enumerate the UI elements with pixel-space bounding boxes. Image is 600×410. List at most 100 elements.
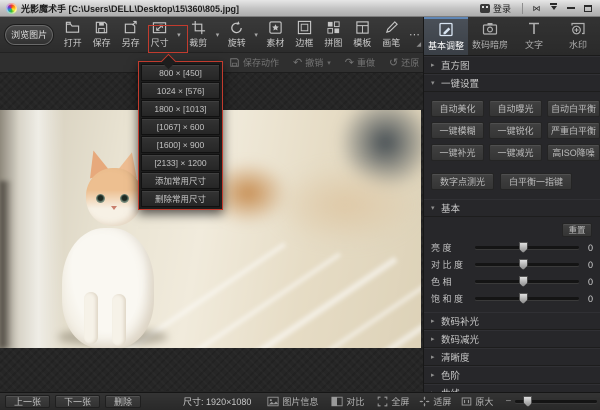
section-levels-label: 色阶	[441, 368, 460, 382]
restore-button[interactable]: ↺ 还原	[382, 56, 426, 69]
undo-button[interactable]: ↶ 撤销 ▾	[286, 56, 338, 69]
section-onekey-settings[interactable]: ▾ 一键设置	[424, 74, 600, 92]
white-balance-one-key-button[interactable]: 白平衡一指键	[500, 173, 572, 190]
section-histogram-label: 直方图	[441, 58, 470, 72]
collage-button[interactable]: 拼图	[319, 18, 348, 52]
saturation-slider[interactable]	[475, 297, 579, 300]
contrast-slider-row: 对 比 度 0	[424, 256, 600, 273]
digital-spot-metering-button[interactable]: 数字点测光	[431, 173, 494, 190]
onekey-fill-light-button[interactable]: 一键补光	[431, 144, 484, 161]
tab-digital-darkroom-label: 数码暗房	[472, 38, 508, 51]
previous-image-button[interactable]: 上一张	[5, 395, 50, 408]
section-digital-reduce-light[interactable]: ▸ 数码减光	[424, 330, 600, 348]
material-button[interactable]: 素材	[261, 18, 290, 52]
redo-button[interactable]: ↷ 重做	[338, 56, 382, 69]
rotate-dropdown-arrow[interactable]: ▾	[251, 18, 261, 52]
main-toolbar: 浏览图片 打开 保存 另存 尺寸 ▾ 裁剪 ▾ 旋转 ▾	[0, 17, 423, 53]
restore-label: 还原	[401, 56, 419, 69]
hue-value: 0	[579, 277, 593, 287]
collapsed-arrow-icon: ▸	[431, 371, 441, 379]
original-size-button[interactable]: 原大	[461, 395, 493, 408]
brightness-slider[interactable]	[475, 246, 579, 249]
delete-common-size-option[interactable]: 删除常用尺寸	[141, 190, 220, 207]
auto-white-balance-button[interactable]: 自动白平衡	[547, 100, 600, 117]
severe-white-balance-button[interactable]: 严重白平衡	[547, 122, 600, 139]
fullscreen-button[interactable]: 全屏	[377, 395, 409, 408]
material-label: 素材	[266, 36, 284, 49]
slider-thumb[interactable]	[519, 293, 528, 304]
fit-screen-button[interactable]: 适屏	[419, 395, 451, 408]
image-info-button[interactable]: 图片信息	[267, 395, 318, 408]
size-option[interactable]: [1067] × 600	[141, 118, 220, 135]
next-image-button[interactable]: 下一张	[55, 395, 100, 408]
high-iso-denoise-button[interactable]: 高ISO降噪	[547, 144, 600, 161]
adjustment-panel: 基本调整 数码暗房 文字 水印 ▸ 直方图 ▾ 一键设置 自动美化 自动曝光 自…	[423, 17, 600, 392]
add-common-size-option[interactable]: 添加常用尺寸	[141, 172, 220, 189]
section-basic[interactable]: ▾ 基本	[424, 199, 600, 217]
tab-basic-adjust[interactable]: 基本调整	[424, 17, 468, 55]
contrast-slider[interactable]	[475, 263, 579, 266]
tab-text[interactable]: 文字	[512, 17, 556, 55]
crop-button[interactable]: 裁剪	[184, 18, 213, 52]
more-tools-button[interactable]: ⋯ ◢	[406, 18, 423, 52]
reset-button[interactable]: 重置	[562, 223, 592, 237]
basic-adjust-icon	[437, 22, 455, 37]
onekey-blur-button[interactable]: 一键模糊	[431, 122, 484, 139]
frame-icon	[297, 20, 312, 35]
slider-thumb[interactable]	[519, 276, 528, 287]
rotate-button[interactable]: 旋转	[222, 18, 251, 52]
slider-thumb[interactable]	[519, 242, 528, 253]
section-clarity[interactable]: ▸ 清晰度	[424, 348, 600, 366]
section-levels[interactable]: ▸ 色阶	[424, 366, 600, 384]
auto-exposure-button[interactable]: 自动曝光	[489, 100, 542, 117]
slider-thumb[interactable]	[519, 259, 528, 270]
window-title: 光影魔术手 [C:\Users\DELL\Desktop\15\360\805.…	[21, 2, 239, 15]
save-label: 保存	[93, 36, 111, 49]
size-option[interactable]: 1800 × [1013]	[141, 100, 220, 117]
frame-button[interactable]: 边框	[290, 18, 319, 52]
titlebar-divider	[522, 3, 523, 14]
section-curves[interactable]: ▸ 曲线	[424, 384, 600, 392]
tab-digital-darkroom[interactable]: 数码暗房	[468, 17, 512, 55]
browse-images-button[interactable]: 浏览图片	[4, 24, 54, 46]
zoom-out-button[interactable]: −	[501, 396, 515, 407]
section-fill-light-label: 数码补光	[441, 314, 479, 328]
size-option[interactable]: 800 × [450]	[141, 64, 220, 81]
compare-button[interactable]: 对比	[331, 395, 364, 408]
size-option[interactable]: 1024 × [576]	[141, 82, 220, 99]
open-button[interactable]: 打开	[58, 18, 87, 52]
compare-icon	[331, 396, 343, 407]
resize-button[interactable]: 尺寸	[145, 18, 174, 52]
skin-button[interactable]: ⋈	[528, 2, 545, 14]
minimize-button[interactable]	[562, 2, 579, 14]
resize-dropdown-arrow[interactable]: ▾	[174, 18, 184, 52]
brush-button[interactable]: 画笔	[377, 18, 406, 52]
restore-icon: ↺	[389, 56, 398, 69]
save-action-button[interactable]: 保存动作	[222, 56, 286, 69]
section-digital-fill-light[interactable]: ▸ 数码补光	[424, 312, 600, 330]
size-option[interactable]: [1600] × 900	[141, 136, 220, 153]
maximize-button[interactable]	[579, 2, 596, 14]
menu-icon	[550, 3, 557, 13]
save-button[interactable]: 保存	[87, 18, 116, 52]
main-menu-button[interactable]	[545, 2, 562, 14]
save-as-button[interactable]: 另存	[116, 18, 145, 52]
zoom-slider-thumb[interactable]	[523, 396, 532, 407]
title-bar: 光影魔术手 [C:\Users\DELL\Desktop\15\360\805.…	[0, 0, 600, 17]
zoom-slider[interactable]	[515, 400, 597, 403]
delete-image-button[interactable]: 删除	[105, 395, 141, 408]
crop-dropdown-arrow[interactable]: ▾	[213, 18, 223, 52]
section-reduce-light-label: 数码减光	[441, 332, 479, 346]
collage-icon	[326, 20, 341, 35]
onekey-reduce-light-button[interactable]: 一键减光	[489, 144, 542, 161]
collapsed-arrow-icon: ▸	[431, 353, 441, 361]
login-button[interactable]: 登录	[474, 2, 517, 15]
onekey-sharpen-button[interactable]: 一键锐化	[489, 122, 542, 139]
template-button[interactable]: 模板	[348, 18, 377, 52]
undo-label: 撤销	[305, 56, 323, 69]
size-option[interactable]: [2133] × 1200	[141, 154, 220, 171]
auto-beautify-button[interactable]: 自动美化	[431, 100, 484, 117]
section-histogram[interactable]: ▸ 直方图	[424, 56, 600, 74]
tab-watermark[interactable]: 水印	[556, 17, 600, 55]
hue-slider[interactable]	[475, 280, 579, 283]
